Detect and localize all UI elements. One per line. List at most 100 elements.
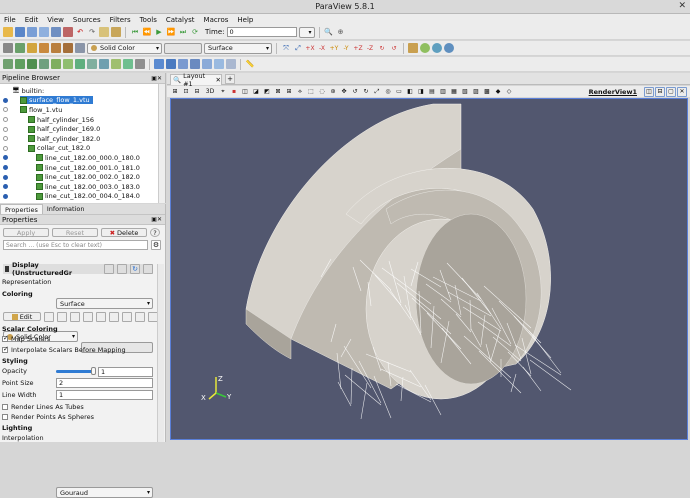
split-vertical-icon[interactable]: ⊟ bbox=[655, 86, 665, 97]
help-icon[interactable]: ? bbox=[150, 228, 160, 237]
colormap-tool-icon[interactable] bbox=[70, 312, 80, 322]
group-icon[interactable] bbox=[111, 59, 121, 69]
pipeline-item[interactable]: line_cut_182.00_000.0_180.0 bbox=[0, 153, 158, 163]
view-tool-icon[interactable]: ⊞ bbox=[284, 87, 294, 97]
menu-file[interactable]: File bbox=[4, 16, 16, 24]
colormap-tool-icon[interactable] bbox=[135, 312, 145, 322]
view-tool-icon[interactable]: ⊡ bbox=[181, 87, 191, 97]
view-tool-icon[interactable]: ◧ bbox=[405, 87, 415, 97]
loop-icon[interactable]: ⟳ bbox=[190, 27, 200, 37]
search-input[interactable]: Search ... (use Esc to clear text) bbox=[3, 240, 148, 250]
tab-layout-1[interactable]: 🔍 Layout #1 ✕ bbox=[170, 72, 222, 88]
add-layout-button[interactable]: + bbox=[225, 74, 235, 84]
calculator-icon[interactable] bbox=[3, 59, 13, 69]
time-input[interactable]: 0 bbox=[226, 27, 297, 37]
view-tool-icon[interactable]: ◫ bbox=[240, 87, 250, 97]
point-size-input[interactable]: 2 bbox=[56, 378, 153, 388]
paste-icon[interactable] bbox=[117, 264, 127, 274]
reset-button[interactable]: Reset bbox=[52, 228, 98, 237]
representation-combo[interactable]: Surface ▾ bbox=[56, 298, 153, 309]
reset-camera-icon[interactable]: ⤧ bbox=[281, 43, 291, 53]
menu-catalyst[interactable]: Catalyst bbox=[166, 16, 195, 24]
view-tool-icon[interactable]: ⌖ bbox=[218, 87, 228, 97]
colormap-tool-icon[interactable] bbox=[96, 312, 106, 322]
palette-icon[interactable] bbox=[111, 27, 121, 37]
save-data-icon[interactable] bbox=[27, 27, 37, 37]
pipeline-item[interactable]: line_cut_182.00_001.0_181.0 bbox=[0, 163, 158, 173]
contour-icon[interactable] bbox=[15, 59, 25, 69]
extract-level-icon[interactable] bbox=[123, 59, 133, 69]
panel-close-icon[interactable]: ▣✕ bbox=[151, 75, 162, 82]
edit-colormap-button[interactable]: Edit bbox=[3, 312, 41, 321]
save-defaults-icon[interactable] bbox=[143, 264, 153, 274]
eye-icon[interactable] bbox=[3, 165, 8, 171]
menu-edit[interactable]: Edit bbox=[25, 16, 39, 24]
select-points-icon[interactable] bbox=[166, 59, 176, 69]
eye-icon[interactable] bbox=[3, 136, 8, 142]
copy-icon[interactable] bbox=[104, 264, 114, 274]
view-tool-icon[interactable]: ↻ bbox=[361, 87, 371, 97]
set-view-plus-x-icon[interactable]: +X bbox=[305, 43, 315, 53]
set-view-plus-z-icon[interactable]: +Z bbox=[353, 43, 363, 53]
select-frustum-icon[interactable] bbox=[178, 59, 188, 69]
menu-sources[interactable]: Sources bbox=[73, 16, 101, 24]
eye-icon[interactable] bbox=[3, 174, 8, 180]
collapse-icon[interactable] bbox=[5, 266, 9, 272]
view-tool-icon[interactable]: ⤢ bbox=[372, 87, 382, 97]
colormap-tool-icon[interactable] bbox=[57, 312, 67, 322]
view-tool-icon[interactable]: ◇ bbox=[504, 87, 514, 97]
opacity-slider[interactable] bbox=[56, 367, 96, 375]
pick-center-icon[interactable] bbox=[432, 43, 442, 53]
map-scalars-checkbox[interactable]: Map Scalars bbox=[2, 334, 50, 343]
view-tool-icon[interactable]: ▤ bbox=[427, 87, 437, 97]
select-cells-icon[interactable] bbox=[154, 59, 164, 69]
menu-tools[interactable]: Tools bbox=[140, 16, 157, 24]
filter-more-icon[interactable] bbox=[135, 59, 145, 69]
colormap-tool-icon[interactable] bbox=[122, 312, 132, 322]
pipeline-item[interactable]: half_cylinder_182.0 bbox=[0, 134, 158, 144]
ruler-icon[interactable]: 📏 bbox=[245, 59, 255, 69]
eye-icon[interactable] bbox=[3, 184, 8, 190]
set-view-plus-y-icon[interactable]: +Y bbox=[329, 43, 339, 53]
view-tool-icon[interactable]: ⟡ bbox=[295, 87, 305, 97]
pipeline-item[interactable]: half_cylinder_156 bbox=[0, 115, 158, 125]
pipeline-item[interactable]: surface_flow_1.vtu bbox=[0, 96, 158, 106]
pipeline-item[interactable]: 🖥 builtin: bbox=[0, 86, 158, 96]
next-frame-icon[interactable]: ⏩ bbox=[166, 27, 176, 37]
pipeline-item[interactable]: line_cut_182.00_004.0_184.0 bbox=[0, 192, 158, 202]
view-tool-icon[interactable]: ▪ bbox=[229, 87, 239, 97]
pipeline-item[interactable]: collar_cut_182.0 bbox=[0, 144, 158, 154]
slice-icon[interactable] bbox=[39, 59, 49, 69]
line-width-input[interactable]: 1 bbox=[56, 390, 153, 400]
eye-icon[interactable] bbox=[3, 117, 8, 123]
view-tool-icon[interactable]: ◨ bbox=[416, 87, 426, 97]
pipeline-item[interactable]: line_cut_182.00_002.0_182.0 bbox=[0, 172, 158, 182]
points-as-spheres-checkbox[interactable]: Render Points As Spheres bbox=[2, 413, 94, 421]
hover-points-icon[interactable] bbox=[214, 59, 224, 69]
apply-button[interactable]: Apply bbox=[3, 228, 49, 237]
camera-undo-icon[interactable] bbox=[99, 27, 109, 37]
set-view-minus-x-icon[interactable]: -X bbox=[317, 43, 327, 53]
time-spinner[interactable]: ▾ bbox=[298, 26, 315, 38]
close-icon[interactable]: ✕ bbox=[678, 1, 686, 11]
eye-icon[interactable] bbox=[3, 126, 8, 132]
pipeline-item[interactable]: half_cylinder_169.0 bbox=[0, 124, 158, 134]
menu-macros[interactable]: Macros bbox=[204, 16, 229, 24]
temporal-range-icon[interactable] bbox=[63, 43, 73, 53]
properties-scrollbar[interactable] bbox=[157, 264, 164, 442]
view-tool-icon[interactable]: ◎ bbox=[383, 87, 393, 97]
toggle-3d-button[interactable]: 3D bbox=[203, 87, 217, 97]
zoom-data-icon[interactable]: ⊕ bbox=[336, 27, 346, 37]
view-tool-icon[interactable]: ⊠ bbox=[273, 87, 283, 97]
eye-icon[interactable] bbox=[3, 107, 8, 113]
menu-filters[interactable]: Filters bbox=[110, 16, 131, 24]
threshold-icon[interactable] bbox=[51, 59, 61, 69]
rotate-ccw-icon[interactable]: ↺ bbox=[389, 43, 399, 53]
rotate-cw-icon[interactable]: ↻ bbox=[377, 43, 387, 53]
eye-icon[interactable] bbox=[3, 145, 8, 151]
pipeline-scrollbar[interactable] bbox=[158, 84, 165, 203]
view-tool-icon[interactable]: ▦ bbox=[449, 87, 459, 97]
play-icon[interactable]: ▶ bbox=[154, 27, 164, 37]
view-tool-icon[interactable]: ⊟ bbox=[192, 87, 202, 97]
clear-selection-icon[interactable] bbox=[226, 59, 236, 69]
